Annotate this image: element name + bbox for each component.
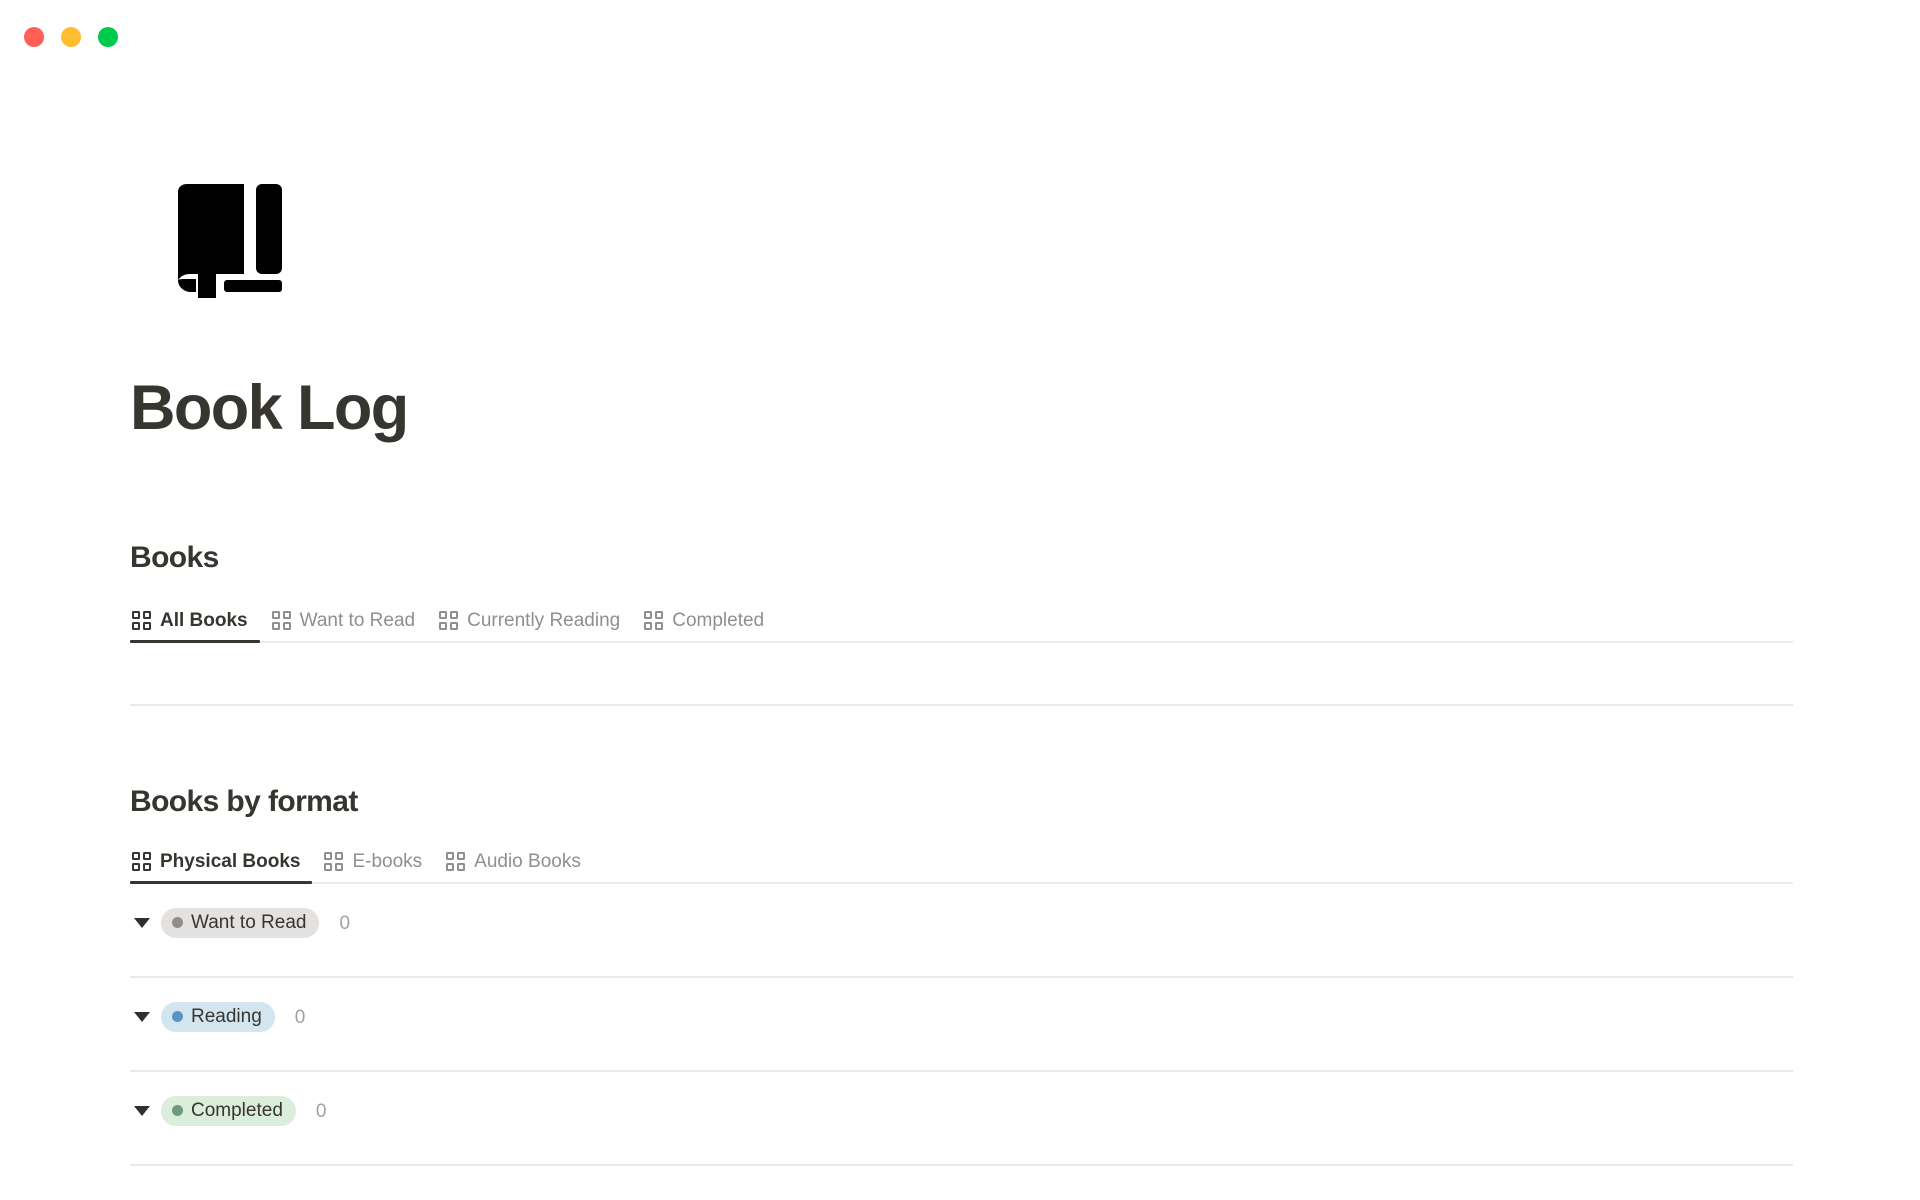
notebook-icon[interactable] xyxy=(170,182,286,298)
section-heading-books: Books xyxy=(130,541,219,574)
gallery-grid-icon xyxy=(324,852,344,871)
status-dot-icon xyxy=(172,1105,183,1116)
tab-currently-reading[interactable]: Currently Reading xyxy=(427,611,632,641)
status-badge-reading[interactable]: Reading xyxy=(161,1002,275,1032)
group-count: 0 xyxy=(294,1006,306,1028)
gallery-grid-icon xyxy=(132,611,151,630)
view-tabs-books: All Books Want to Read Currently Reading… xyxy=(130,599,1793,643)
group-body xyxy=(130,1126,1793,1164)
tab-want-to-read[interactable]: Want to Read xyxy=(260,611,427,641)
maximize-button[interactable] xyxy=(98,27,118,47)
tab-audio-books[interactable]: Audio Books xyxy=(434,852,593,882)
group-completed: Completed 0 xyxy=(130,1072,1793,1166)
status-label: Reading xyxy=(191,1006,262,1027)
tab-all-books[interactable]: All Books xyxy=(130,610,260,643)
tab-label: Currently Reading xyxy=(467,610,621,631)
traffic-lights xyxy=(24,27,118,47)
tab-completed[interactable]: Completed xyxy=(632,611,776,641)
tab-label: Want to Read xyxy=(299,610,416,631)
status-label: Want to Read xyxy=(191,912,307,933)
group-reading: Reading 0 xyxy=(130,978,1793,1072)
gallery-grid-icon xyxy=(439,611,459,630)
group-count: 0 xyxy=(339,912,351,934)
group-body xyxy=(130,938,1793,976)
group-want-to-read: Want to Read 0 xyxy=(130,884,1793,978)
tab-label: Audio Books xyxy=(474,851,581,872)
group-header: Want to Read 0 xyxy=(130,884,1793,938)
tab-label: Completed xyxy=(672,610,765,631)
group-body xyxy=(130,1032,1793,1070)
group-header: Reading 0 xyxy=(130,978,1793,1032)
status-dot-icon xyxy=(172,917,183,928)
minimize-button[interactable] xyxy=(61,27,81,47)
status-label: Completed xyxy=(191,1100,283,1121)
view-tabs-format: Physical Books E-books Audio Books xyxy=(130,840,1793,884)
tab-label: All Books xyxy=(160,610,248,631)
collapse-caret-icon[interactable] xyxy=(134,1012,150,1022)
close-button[interactable] xyxy=(24,27,44,47)
group-count: 0 xyxy=(315,1100,327,1122)
window-title-bar xyxy=(0,0,1920,72)
tab-label: Physical Books xyxy=(160,851,301,872)
gallery-grid-icon xyxy=(644,611,664,630)
collapse-caret-icon[interactable] xyxy=(134,1106,150,1116)
tab-label: E-books xyxy=(352,851,423,872)
section-books-by-format: Books by format Physical Books E-books A… xyxy=(130,784,1793,1166)
page-title: Book Log xyxy=(130,373,409,443)
group-header: Completed 0 xyxy=(130,1072,1793,1126)
section-heading-books-by-format: Books by format xyxy=(130,785,358,818)
status-badge-completed[interactable]: Completed xyxy=(161,1096,296,1126)
status-badge-want-to-read[interactable]: Want to Read xyxy=(161,908,320,938)
gallery-grid-icon xyxy=(271,611,291,630)
books-board-divider xyxy=(130,704,1793,706)
grouped-board: Want to Read 0 Reading 0 Completed 0 xyxy=(130,884,1793,1166)
page-body: Book Log Books All Books Want to Read Cu… xyxy=(0,72,1920,1200)
tab-physical-books[interactable]: Physical Books xyxy=(130,851,313,884)
section-books: Books All Books Want to Read Currently R… xyxy=(130,540,1793,643)
status-dot-icon xyxy=(172,1011,183,1022)
collapse-caret-icon[interactable] xyxy=(134,918,150,928)
tab-e-books[interactable]: E-books xyxy=(312,852,434,882)
gallery-grid-icon xyxy=(446,852,466,871)
gallery-grid-icon xyxy=(132,852,151,871)
